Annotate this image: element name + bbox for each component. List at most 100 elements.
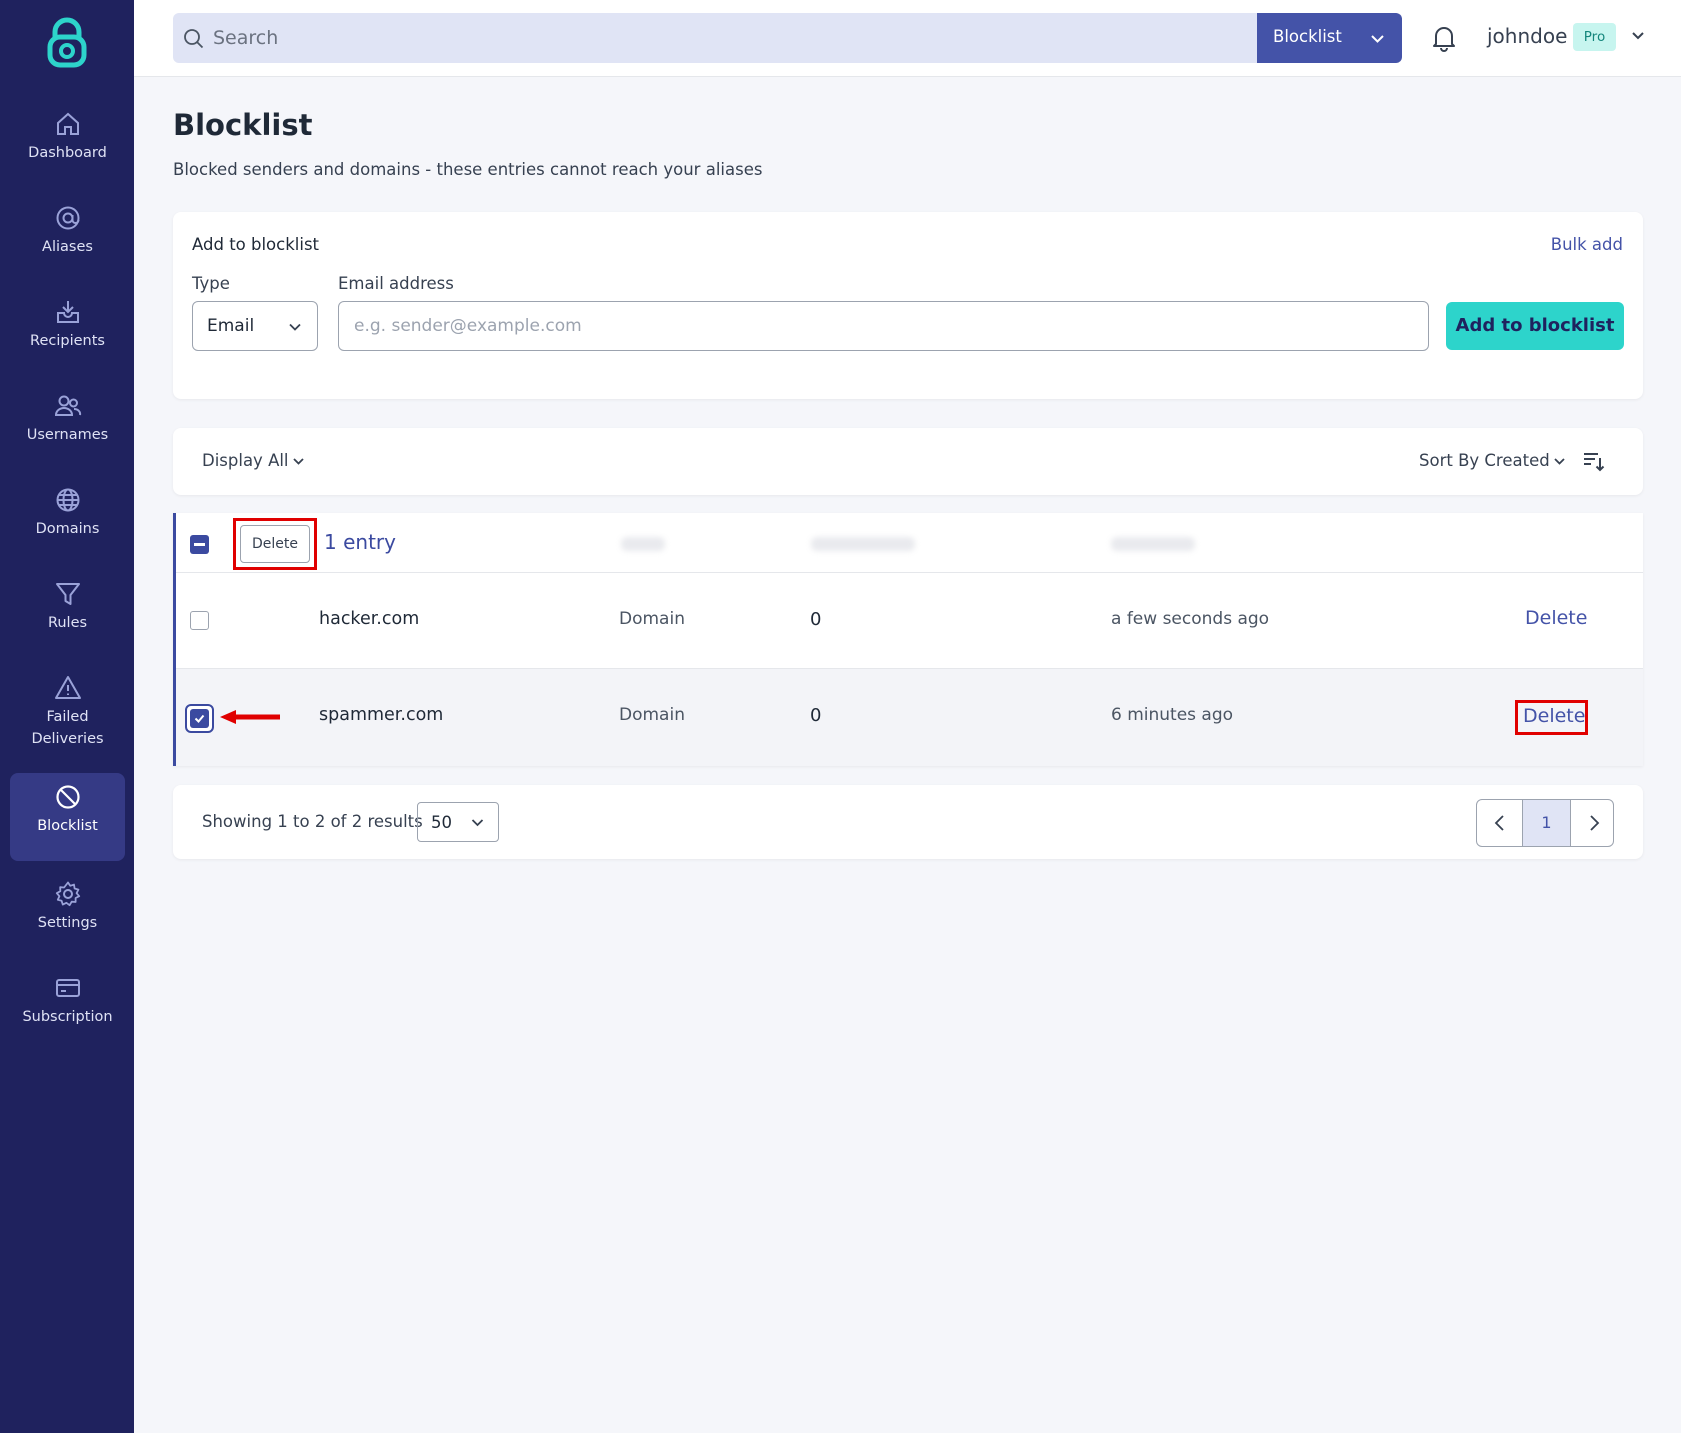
- annotation-arrow-icon: [220, 710, 280, 724]
- plan-badge: Pro: [1573, 23, 1616, 51]
- sidebar-item-label: Recipients: [30, 333, 105, 349]
- blurred-header-type: [621, 537, 665, 551]
- table-row: spammer.com Domain 0 6 minutes ago Delet…: [176, 669, 1643, 766]
- display-filter-dropdown[interactable]: Display All: [202, 451, 305, 470]
- sidebar-item-domains[interactable]: Domains: [10, 476, 125, 560]
- warning-icon: [54, 676, 81, 699]
- add-to-blocklist-button[interactable]: Add to blocklist: [1446, 302, 1624, 350]
- per-page-value: 50: [431, 813, 452, 832]
- page-title: Blocklist: [173, 108, 313, 142]
- chevron-down-icon: [1554, 458, 1565, 465]
- sidebar-item-usernames[interactable]: Usernames: [10, 382, 125, 466]
- chevron-down-icon: [292, 458, 304, 465]
- select-all-checkbox[interactable]: [190, 535, 209, 554]
- sidebar: Dashboard Aliases Recipients Usernames D…: [0, 0, 134, 1433]
- sidebar-item-label: Rules: [47, 615, 88, 631]
- chevron-down-icon: [471, 819, 484, 827]
- filter-icon: [55, 583, 80, 605]
- sidebar-item-aliases[interactable]: Aliases: [10, 194, 125, 278]
- sidebar-item-label: Usernames: [26, 427, 109, 443]
- sidebar-item-blocklist[interactable]: Blocklist: [10, 773, 125, 861]
- type-label: Type: [192, 274, 230, 293]
- sidebar-item-rules[interactable]: Rules: [10, 570, 125, 654]
- type-select[interactable]: Email: [192, 301, 318, 351]
- per-page-select[interactable]: 50: [417, 802, 499, 842]
- row-delete-link[interactable]: Delete: [1523, 705, 1585, 727]
- row-checkbox[interactable]: [190, 611, 209, 630]
- type-select-value: Email: [207, 316, 255, 336]
- prev-page-button[interactable]: [1477, 800, 1522, 846]
- at-icon: [56, 206, 79, 230]
- checkbox-fill: [190, 709, 209, 728]
- chevron-down-icon: [289, 323, 301, 331]
- sidebar-item-label: Settings: [37, 915, 98, 931]
- sidebar-item-label: Blocklist: [37, 818, 98, 834]
- search-icon: [184, 29, 204, 49]
- checkmark-icon: [194, 714, 205, 723]
- chevron-right-icon: [1590, 815, 1600, 831]
- sort-label: Sort By Created: [1419, 451, 1550, 470]
- blurred-header-created: [1111, 537, 1195, 551]
- page-subtitle: Blocked senders and domains - these entr…: [173, 160, 763, 179]
- display-filter-label: Display All: [202, 451, 289, 470]
- email-field-wrapper: [338, 301, 1429, 351]
- row-blocked-count: 0: [810, 705, 822, 726]
- row-blocked-count: 0: [810, 609, 822, 630]
- email-label: Email address: [338, 274, 454, 293]
- row-value: hacker.com: [319, 609, 420, 629]
- highlight-box: Delete: [1515, 700, 1588, 735]
- sidebar-item-failed-deliveries[interactable]: Failed Deliveries: [10, 664, 125, 764]
- chevron-down-icon: [1371, 35, 1384, 43]
- sidebar-item-label: Failed Deliveries: [31, 709, 104, 747]
- sidebar-item-label: Subscription: [22, 1009, 113, 1025]
- credit-card-icon: [55, 979, 80, 997]
- selected-count: 1 entry: [324, 530, 396, 554]
- inbox-icon: [56, 301, 79, 323]
- gear-icon: [55, 881, 80, 907]
- next-page-button[interactable]: [1571, 800, 1613, 846]
- chevron-left-icon: [1494, 815, 1504, 831]
- search-input[interactable]: [213, 13, 1243, 63]
- sidebar-item-subscription[interactable]: Subscription: [10, 964, 125, 1048]
- filter-bar: Display All Sort By Created: [173, 428, 1643, 495]
- row-delete-link[interactable]: Delete: [1525, 607, 1587, 629]
- sidebar-item-label: Domains: [35, 521, 100, 537]
- home-icon: [56, 112, 79, 135]
- current-page-button[interactable]: 1: [1522, 800, 1571, 846]
- row-created: 6 minutes ago: [1111, 705, 1234, 725]
- sidebar-item-dashboard[interactable]: Dashboard: [10, 100, 125, 184]
- user-menu-name[interactable]: johndoe: [1487, 24, 1567, 48]
- bulk-add-link[interactable]: Bulk add: [1551, 235, 1623, 254]
- sidebar-item-recipients[interactable]: Recipients: [10, 288, 125, 372]
- search-bar: [173, 13, 1257, 63]
- sort-direction-icon[interactable]: [1581, 449, 1605, 473]
- pagination-bar: Showing 1 to 2 of 2 results 50 1: [173, 785, 1643, 859]
- add-to-blocklist-card: Add to blocklist Bulk add Type Email add…: [173, 212, 1643, 399]
- row-value: spammer.com: [319, 705, 444, 725]
- highlight-box: Delete: [233, 518, 317, 570]
- row-created: a few seconds ago: [1111, 609, 1270, 629]
- search-scope-dropdown[interactable]: Blocklist: [1257, 13, 1402, 63]
- search-scope-label: Blocklist: [1273, 27, 1342, 46]
- row-type: Domain: [619, 609, 685, 629]
- users-icon: [54, 395, 81, 416]
- app-logo-icon[interactable]: [45, 17, 89, 69]
- blurred-header-blocked: [811, 537, 915, 551]
- results-summary: Showing 1 to 2 of 2 results: [202, 812, 423, 831]
- table-header: Delete 1 entry: [176, 513, 1643, 573]
- sidebar-item-label: Dashboard: [28, 145, 107, 161]
- sidebar-item-label: Aliases: [42, 239, 93, 255]
- bulk-delete-button[interactable]: Delete: [240, 525, 310, 563]
- notification-bell-icon[interactable]: [1431, 24, 1457, 52]
- top-bar: Blocklist johndoe Pro: [134, 0, 1681, 77]
- row-type: Domain: [619, 705, 685, 725]
- user-menu-chevron-icon[interactable]: [1630, 28, 1646, 44]
- sidebar-item-settings[interactable]: Settings: [10, 870, 125, 954]
- globe-icon: [56, 488, 79, 512]
- email-field[interactable]: [339, 302, 1428, 350]
- add-form-heading: Add to blocklist: [192, 235, 320, 254]
- sort-dropdown[interactable]: Sort By Created: [1419, 451, 1566, 470]
- block-icon: [55, 785, 80, 809]
- blocklist-table: Delete 1 entry hacker.com Domain 0 a few…: [173, 513, 1643, 766]
- row-checkbox[interactable]: [185, 704, 214, 733]
